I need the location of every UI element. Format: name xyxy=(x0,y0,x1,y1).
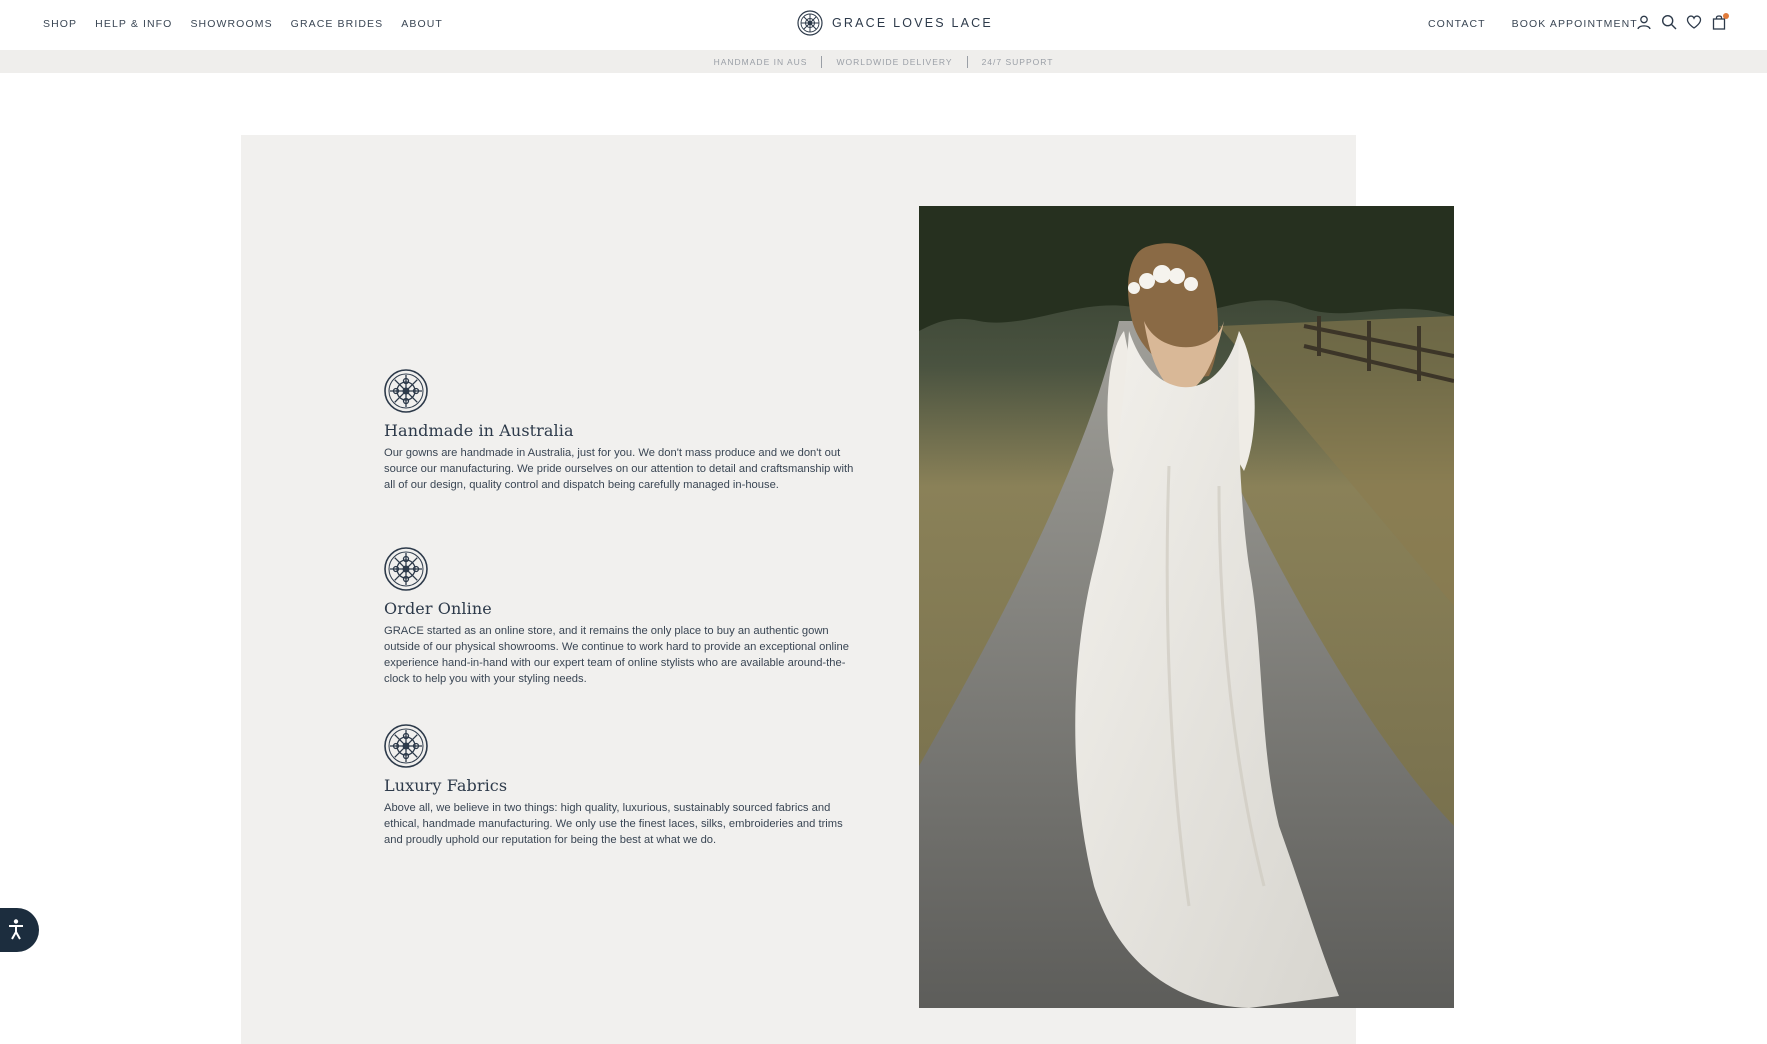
feature-handmade: Handmade in Australia Our gowns are hand… xyxy=(384,369,864,493)
accessibility-button[interactable] xyxy=(0,908,39,952)
nav-about[interactable]: ABOUT xyxy=(401,18,443,30)
feature-title: Order Online xyxy=(384,599,492,618)
announce-handmade: HANDMADE IN AUS xyxy=(713,56,808,67)
cart-badge-dot xyxy=(1723,13,1729,19)
lace-emblem-icon xyxy=(797,10,823,36)
feature-text: Our gowns are handmade in Australia, jus… xyxy=(384,447,854,491)
announcement-bar: HANDMADE IN AUS WORLDWIDE DELIVERY 24/7 … xyxy=(0,50,1767,73)
feature-title: Handmade in Australia xyxy=(384,421,574,440)
header-icons xyxy=(1636,13,1729,30)
nav-showrooms[interactable]: SHOWROOMS xyxy=(190,18,272,30)
primary-nav: SHOP HELP & INFO SHOWROOMS GRACE BRIDES … xyxy=(43,18,443,30)
nav-book-appointment[interactable]: BOOK APPOINTMENT xyxy=(1512,18,1638,30)
feature-title: Luxury Fabrics xyxy=(384,776,508,795)
nav-grace-brides[interactable]: GRACE BRIDES xyxy=(291,18,384,30)
heart-icon[interactable] xyxy=(1686,14,1702,30)
account-icon[interactable] xyxy=(1636,14,1652,30)
announce-delivery: WORLDWIDE DELIVERY xyxy=(836,56,953,67)
lace-emblem-icon xyxy=(384,547,428,591)
nav-shop[interactable]: SHOP xyxy=(43,18,77,30)
nav-contact[interactable]: CONTACT xyxy=(1428,18,1486,30)
site-header: SHOP HELP & INFO SHOWROOMS GRACE BRIDES … xyxy=(0,0,1767,50)
announce-support: 24/7 SUPPORT xyxy=(981,56,1054,67)
nav-help-info[interactable]: HELP & INFO xyxy=(95,18,172,30)
announce-divider xyxy=(966,55,968,68)
feature-text: Above all, we believe in two things: hig… xyxy=(384,802,843,846)
bride-photo xyxy=(919,206,1454,1008)
secondary-nav: CONTACT BOOK APPOINTMENT xyxy=(1428,18,1638,30)
brand-name: GRACE LOVES LACE xyxy=(832,16,993,30)
lace-emblem-icon xyxy=(384,369,428,413)
accessibility-icon xyxy=(8,919,23,940)
feature-luxury-fabrics: Luxury Fabrics Above all, we believe in … xyxy=(384,724,864,848)
lace-emblem-icon xyxy=(384,724,428,768)
announce-divider xyxy=(821,55,823,68)
bag-icon[interactable] xyxy=(1711,13,1729,30)
search-icon[interactable] xyxy=(1661,14,1677,30)
feature-order-online: Order Online GRACE started as an online … xyxy=(384,547,864,687)
feature-text: GRACE started as an online store, and it… xyxy=(384,625,849,685)
brand-logo-link[interactable]: GRACE LOVES LACE xyxy=(797,10,993,36)
